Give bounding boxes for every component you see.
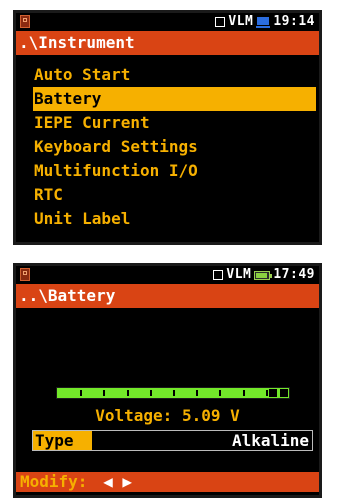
menu-item-iepe-current[interactable]: IEPE Current xyxy=(33,111,319,135)
instrument-menu: Auto Start Battery IEPE Current Keyboard… xyxy=(33,63,319,231)
battery-segment-divider xyxy=(196,390,198,396)
battery-icon xyxy=(254,270,273,280)
battery-segment-divider xyxy=(80,390,82,396)
pc-connection-icon xyxy=(256,16,271,28)
status-bar: VLM 19:14 xyxy=(16,13,319,31)
clock: 19:14 xyxy=(273,14,315,29)
instrument-screen: VLM 19:14 .\Instrument Auto Start Batter… xyxy=(13,10,322,245)
menu-item-auto-start[interactable]: Auto Start xyxy=(33,63,319,87)
menu-item-keyboard-settings[interactable]: Keyboard Settings xyxy=(33,135,319,159)
sd-card-icon xyxy=(20,268,30,281)
battery-segment-divider xyxy=(243,390,245,396)
status-right: VLM 19:14 xyxy=(215,13,315,31)
menu-item-multifunction-io[interactable]: Multifunction I/O xyxy=(33,159,319,183)
battery-level-bar xyxy=(56,387,290,399)
modify-label: Modify: xyxy=(20,472,88,491)
vlm-mode: VLM xyxy=(226,267,252,282)
battery-empty-block xyxy=(280,389,288,397)
page-title: .\Instrument xyxy=(16,31,319,55)
modify-arrows-icon: ◀ ▶ xyxy=(103,472,132,491)
menu-item-battery[interactable]: Battery xyxy=(33,87,316,111)
battery-segment-divider xyxy=(266,390,268,396)
clock: 17:49 xyxy=(273,267,315,282)
battery-segment-divider xyxy=(150,390,152,396)
display-square-icon xyxy=(215,17,226,27)
status-right: VLM 17:49 xyxy=(213,266,315,284)
battery-segment-divider xyxy=(103,390,105,396)
voltage-readout: Voltage: 5.09 V xyxy=(95,406,240,425)
battery-screen: VLM 17:49 ..\Battery Voltage: 5.09 V Typ… xyxy=(13,263,322,498)
type-field[interactable]: Type Alkaline xyxy=(32,430,313,451)
type-label: Type xyxy=(33,431,92,450)
modify-hint-bar: Modify: ◀ ▶ xyxy=(16,472,319,492)
display-square-icon xyxy=(213,270,224,280)
status-bar: VLM 17:49 xyxy=(16,266,319,284)
vlm-mode: VLM xyxy=(228,14,254,29)
battery-segment-divider xyxy=(173,390,175,396)
battery-segment-divider xyxy=(127,390,129,396)
page-title: ..\Battery xyxy=(16,284,319,308)
menu-item-rtc[interactable]: RTC xyxy=(33,183,319,207)
battery-empty-block xyxy=(269,389,277,397)
menu-item-unit-label[interactable]: Unit Label xyxy=(33,207,319,231)
battery-segment-divider xyxy=(219,390,221,396)
type-value[interactable]: Alkaline xyxy=(232,431,309,450)
sd-card-icon xyxy=(20,15,30,28)
